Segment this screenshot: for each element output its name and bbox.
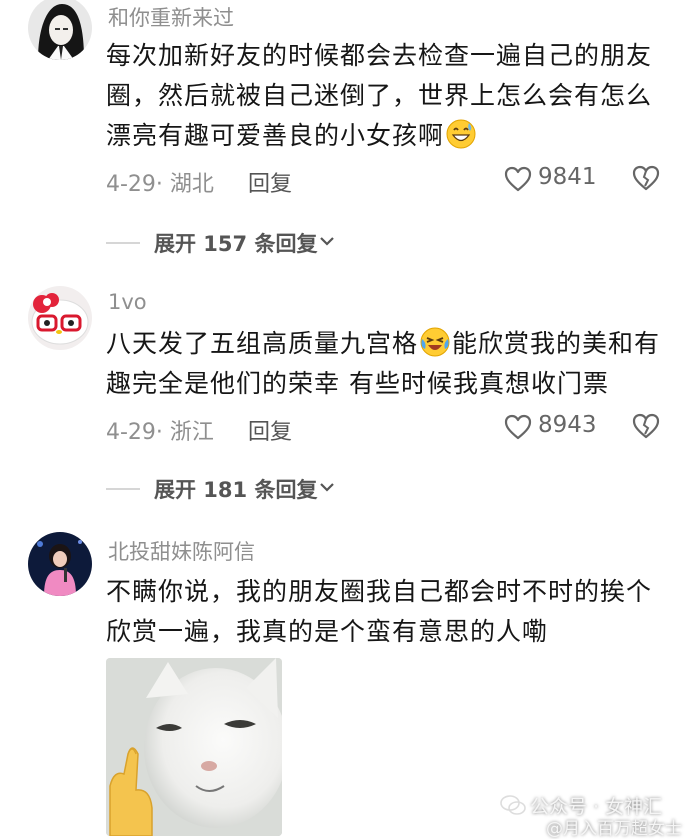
comment-text-line: 趣完全是他们的荣幸 有些时候我真想收门票 <box>106 369 609 398</box>
comment-text-segment: 漂亮有趣可爱善良的小女孩啊 <box>106 121 445 150</box>
avatar-kitty-image <box>28 286 92 350</box>
avatar-girl-image <box>28 0 92 60</box>
comment-text: 八天发了五组高质量九宫格 能欣赏我的美和有 趣完全是他们的荣幸 有些时候我真想收门… <box>106 324 666 404</box>
comment-text-line: 不瞒你说，我的朋友圈我自己都会时不时的挨个 <box>106 577 653 606</box>
reply-button[interactable]: 回复 <box>248 414 292 446</box>
avatar[interactable] <box>28 0 92 60</box>
watermark-handle: @月入百万超女士 <box>546 819 682 839</box>
comment-text: 每次加新好友的时候都会去检查一遍自己的朋友 圈，然后就被自己迷倒了，世界上怎么会… <box>106 36 666 156</box>
broken-heart-icon <box>632 413 660 439</box>
avatar[interactable] <box>28 286 92 350</box>
heart-outline-icon <box>504 166 532 192</box>
comment-text-line: 漂亮有趣可爱善良的小女孩啊 <box>106 116 666 156</box>
chevron-down-icon <box>320 237 334 246</box>
comment-text: 不瞒你说，我的朋友圈我自己都会时不时的挨个 欣赏一遍，我真的是个蛮有意思的人嘞 <box>106 572 666 652</box>
username[interactable]: 北投甜妹陈阿信 <box>108 536 255 566</box>
expand-replies-label: 展开 181 条回复 <box>154 478 318 502</box>
reply-button[interactable]: 回复 <box>248 166 292 198</box>
dislike-button[interactable] <box>632 412 660 446</box>
comment-text-segment: 八天发了五组高质量九宫格 <box>106 329 419 358</box>
cat-illustration <box>106 658 282 836</box>
avatar[interactable] <box>28 532 92 596</box>
comment-date-location: 4-29· 浙江 <box>106 420 214 445</box>
chevron-down-icon <box>320 483 334 492</box>
comment-text-segment: 能欣赏我的美和有 <box>452 329 661 358</box>
like-count: 8943 <box>538 412 597 438</box>
expand-replies-label: 展开 157 条回复 <box>154 232 318 256</box>
avatar-singer-image <box>28 532 92 596</box>
comment-text-line: 圈，然后就被自己迷倒了，世界上怎么会有怎么 <box>106 81 653 110</box>
comment-text-line: 八天发了五组高质量九宫格 能欣赏我的美和有 <box>106 324 666 364</box>
smug-cat-pointing-image[interactable] <box>106 658 282 836</box>
comment-text-line: 每次加新好友的时候都会去检查一遍自己的朋友 <box>106 41 653 70</box>
username[interactable]: 和你重新来过 <box>108 2 234 32</box>
username[interactable]: 1vo <box>108 290 147 314</box>
comment-date-location: 4-29· 湖北 <box>106 172 214 197</box>
divider-line <box>106 488 140 490</box>
broken-heart-icon <box>632 165 660 191</box>
like-count: 9841 <box>538 164 597 190</box>
divider-line <box>106 242 140 244</box>
laughing-crying-emoji <box>420 327 450 357</box>
wechat-icon <box>500 795 526 815</box>
dislike-button[interactable] <box>632 164 660 198</box>
grinning-sweat-emoji <box>446 119 476 149</box>
comment-text-line: 欣赏一遍，我真的是个蛮有意思的人嘞 <box>106 617 549 646</box>
heart-outline-icon <box>504 414 532 440</box>
